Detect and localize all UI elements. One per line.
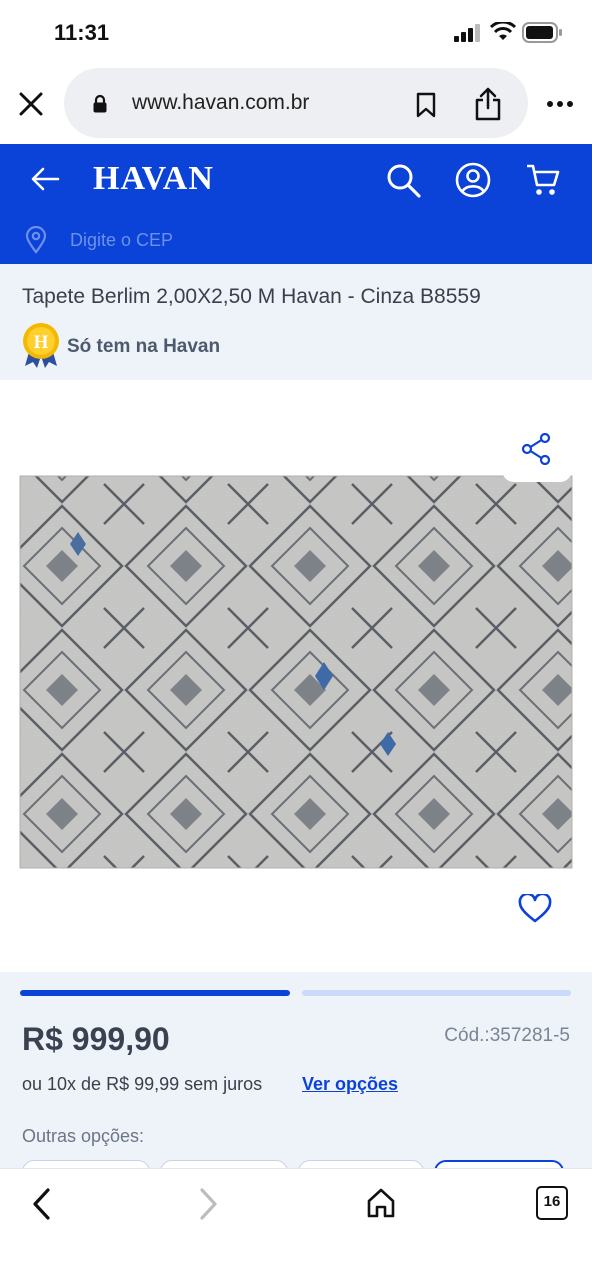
close-icon[interactable] <box>18 91 44 117</box>
clock: 11:31 <box>54 20 110 45</box>
tabs-button[interactable]: 16 <box>536 1186 568 1220</box>
location-pin-icon <box>25 226 47 254</box>
share-nodes-icon <box>521 433 551 465</box>
status-bar: 11:31 <box>0 0 592 64</box>
signal-icon <box>454 24 480 42</box>
installments-text: ou 10x de R$ 99,99 sem juros <box>22 1074 263 1094</box>
gallery-progress-active <box>20 990 290 996</box>
favorite-heart-icon[interactable] <box>518 894 552 924</box>
exclusive-badge-icon: H <box>23 323 59 368</box>
price-panel: R$ 999,90 Cód.:357281-5 ou 10x de R$ 99,… <box>0 972 592 1188</box>
url-text: www.havan.com.br <box>132 91 310 114</box>
back-arrow-icon[interactable] <box>30 166 60 192</box>
account-icon[interactable] <box>455 162 491 198</box>
more-icon[interactable] <box>546 100 574 108</box>
browser-toolbar: 16 <box>0 1168 592 1281</box>
site-header: HAVAN Digite o CEP <box>0 144 592 264</box>
other-options-label: Outras opções: <box>22 1126 145 1146</box>
battery-icon <box>522 22 562 43</box>
browser-bar: www.havan.com.br <box>0 64 592 144</box>
share-button[interactable] <box>502 420 572 482</box>
search-icon[interactable] <box>386 163 422 199</box>
browser-back-icon[interactable] <box>30 1187 52 1221</box>
see-options-link[interactable]: Ver opções <box>302 1074 398 1095</box>
share-icon[interactable] <box>473 86 503 122</box>
gallery-progress <box>20 990 571 996</box>
cart-icon[interactable] <box>525 162 561 198</box>
address-bar[interactable]: www.havan.com.br <box>64 68 528 138</box>
product-code: Cód.:357281-5 <box>444 1025 570 1046</box>
product-price: R$ 999,90 <box>22 1021 170 1057</box>
havan-logo[interactable]: HAVAN <box>93 160 214 198</box>
lock-icon <box>93 94 107 113</box>
tabs-count: 16 <box>543 1193 561 1210</box>
wifi-icon <box>490 22 516 40</box>
gallery-progress-inactive <box>302 990 571 996</box>
product-gallery <box>0 380 592 972</box>
product-header: Tapete Berlim 2,00X2,50 M Havan - Cinza … <box>0 264 592 380</box>
cep-input[interactable]: Digite o CEP <box>70 230 173 251</box>
bookmark-icon[interactable] <box>415 92 437 118</box>
home-icon[interactable] <box>366 1187 396 1219</box>
product-title: Tapete Berlim 2,00X2,50 M Havan - Cinza … <box>22 285 481 308</box>
badge-letter: H <box>34 332 49 353</box>
exclusive-label: Só tem na Havan <box>67 336 221 357</box>
browser-forward-icon[interactable] <box>198 1187 220 1221</box>
